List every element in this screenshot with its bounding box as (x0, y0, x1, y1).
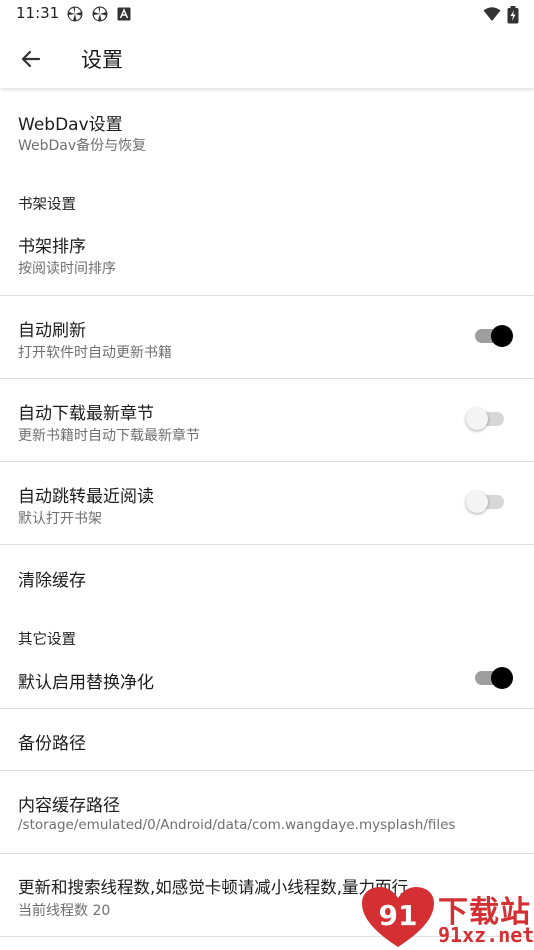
pref-cache-path[interactable]: 内容缓存路径 /storage/emulated/0/Android/data/… (0, 771, 534, 853)
switch-thumb (466, 491, 488, 513)
pref-title: 书架排序 (18, 237, 86, 257)
auto-refresh-switch[interactable] (471, 321, 515, 351)
replace-purify-switch[interactable] (471, 663, 515, 693)
pref-title: WebDav设置 (18, 115, 123, 135)
app-bar: 设置 (0, 28, 534, 88)
pref-title: 自动刷新 (18, 321, 86, 341)
auto-jump-switch[interactable] (466, 487, 510, 517)
pref-title: 默认启用替换净化 (18, 673, 154, 693)
pref-title: 自动跳转最近阅读 (18, 487, 154, 507)
watermark-logo: 91 (362, 887, 434, 947)
switch-thumb (491, 667, 513, 689)
watermark: 91 下载站 91xz.net (360, 885, 534, 950)
category-other-settings: 其它设置 (18, 632, 76, 648)
watermark-url: 91xz.net (438, 923, 534, 947)
pref-summary: /storage/emulated/0/Android/data/com.wan… (18, 817, 456, 833)
pref-summary: 按阅读时间排序 (18, 261, 116, 277)
text-a-icon (117, 6, 133, 22)
pref-replace-purify[interactable]: 默认启用替换净化 (0, 652, 534, 708)
pref-title: 清除缓存 (18, 571, 86, 591)
pref-summary: 默认打开书架 (18, 511, 102, 527)
category-bookshelf-settings: 书架设置 (18, 197, 76, 213)
pref-title: 备份路径 (18, 734, 86, 754)
pref-title: 自动下载最新章节 (18, 404, 154, 424)
pinwheel-icon (67, 6, 83, 22)
pref-auto-refresh[interactable]: 自动刷新 打开软件时自动更新书籍 (0, 296, 534, 378)
pref-auto-jump[interactable]: 自动跳转最近阅读 默认打开书架 (0, 462, 534, 544)
status-time: 11:31 (16, 4, 60, 22)
pref-backup-path[interactable]: 备份路径 (0, 709, 534, 770)
battery-charging-icon (507, 6, 519, 24)
switch-thumb (466, 408, 488, 430)
auto-download-switch[interactable] (466, 404, 510, 434)
pref-title: 更新和搜索线程数,如感觉卡顿请减小线程数,量力而行 (18, 878, 408, 897)
pref-clear-cache[interactable]: 清除缓存 (0, 545, 534, 607)
pref-summary: 当前线程数 20 (18, 903, 111, 919)
pinwheel-icon (92, 6, 108, 22)
back-button[interactable] (16, 44, 46, 74)
pref-title: 内容缓存路径 (18, 796, 120, 816)
pref-summary: 更新书籍时自动下载最新章节 (18, 428, 200, 444)
pref-auto-download[interactable]: 自动下载最新章节 更新书籍时自动下载最新章节 (0, 379, 534, 461)
pref-summary: 打开软件时自动更新书籍 (18, 345, 172, 361)
switch-thumb (491, 325, 513, 347)
watermark-logo-text: 91 (379, 899, 418, 932)
status-bar: 11:31 (0, 0, 534, 28)
wifi-icon (483, 6, 501, 22)
pref-webdav[interactable]: WebDav设置 WebDav备份与恢复 (0, 90, 534, 182)
arrow-left-icon (21, 50, 41, 68)
page-title: 设置 (81, 48, 123, 72)
pref-bookshelf-sort[interactable]: 书架排序 按阅读时间排序 (0, 222, 534, 294)
pref-summary: WebDav备份与恢复 (18, 138, 147, 154)
